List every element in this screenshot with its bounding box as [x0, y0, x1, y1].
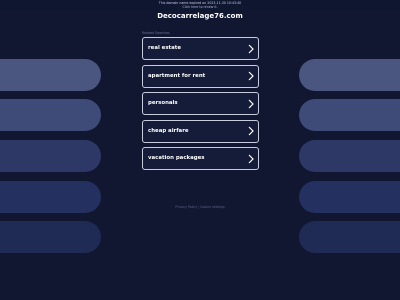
related-link-vacation-packages[interactable]: vacation packages: [142, 147, 259, 170]
related-link-personals[interactable]: personals: [142, 92, 259, 115]
decorative-pill: [299, 99, 400, 131]
related-links-list: real estate apartment for rent personals…: [142, 37, 259, 175]
link-label: apartment for rent: [148, 72, 206, 79]
related-link-cheap-airfare[interactable]: cheap airfare: [142, 119, 259, 143]
decorative-pill: [299, 221, 400, 253]
chevron-right-icon: [248, 71, 254, 81]
chevron-right-icon: [248, 44, 254, 53]
domain-title: Decocarrelage76.com: [157, 12, 243, 20]
link-label: real estate: [148, 45, 181, 51]
related-link-real-estate[interactable]: real estate: [142, 37, 259, 60]
chevron-right-icon: [248, 154, 254, 163]
footer-links[interactable]: Privacy Policy | Cookie settings: [0, 205, 400, 209]
expiry-notice-bar: This domain name expired on 2023-11-30 1…: [0, 0, 400, 11]
decorative-pill: [0, 99, 101, 131]
decorative-pill: [0, 221, 101, 253]
decorative-pill: [299, 140, 400, 172]
link-label: cheap airfare: [148, 127, 189, 134]
decorative-pill: [0, 59, 101, 91]
parked-domain-page: This domain name expired on 2023-11-30 1…: [0, 0, 400, 300]
decorative-pill: [299, 59, 400, 91]
chevron-right-icon: [248, 126, 254, 136]
decorative-pill: [0, 140, 101, 172]
chevron-right-icon: [248, 99, 254, 108]
renew-link[interactable]: Click here to renew it.: [0, 5, 400, 9]
related-link-apartment-for-rent[interactable]: apartment for rent: [142, 64, 259, 88]
related-searches-heading: Related Searches: [142, 31, 170, 35]
link-label: personals: [148, 100, 178, 106]
link-label: vacation packages: [148, 155, 205, 161]
